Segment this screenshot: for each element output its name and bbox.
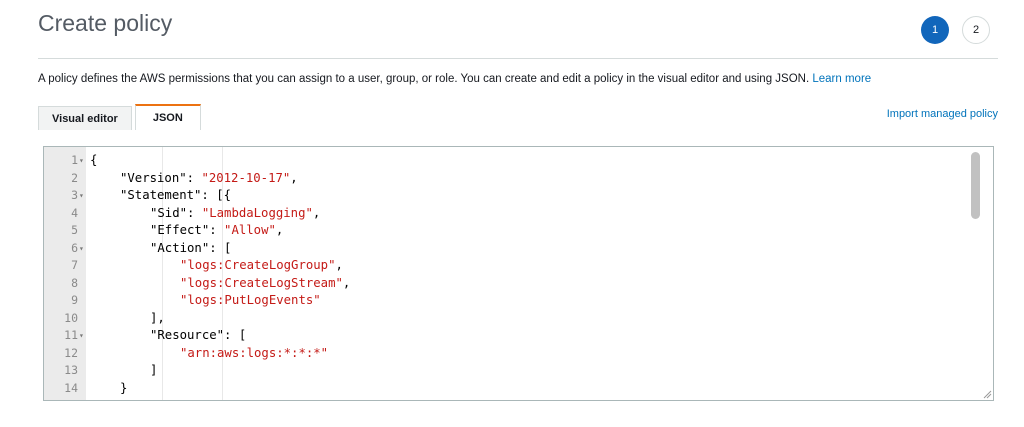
string-token: "Allow" bbox=[224, 223, 276, 237]
code-text: ], bbox=[150, 310, 165, 328]
line-number: 4 bbox=[71, 205, 78, 220]
editor-tabs: Visual editor JSON bbox=[38, 104, 204, 130]
line-number: 9 bbox=[71, 293, 78, 307]
line-number: 11 bbox=[64, 328, 78, 342]
code-text: "arn:aws:logs:*:*:*" bbox=[180, 345, 328, 363]
code-lines: 1 ▾{2 "Version": "2012-10-17", 3 ▾ "Statement… bbox=[44, 152, 993, 397]
policy-description: A policy defines the AWS permissions tha… bbox=[38, 73, 871, 85]
punctuation-token: "Action": [ bbox=[150, 240, 232, 255]
learn-more-link[interactable]: Learn more bbox=[812, 73, 871, 85]
code-line: 13] bbox=[44, 362, 993, 380]
code-line: 1 ▾ { bbox=[44, 152, 993, 170]
string-token: "logs:CreateLogGroup" bbox=[180, 258, 336, 272]
string-token: "arn:aws:logs:*:*:*" bbox=[180, 345, 329, 360]
code-text: "logs:PutLogEvents" bbox=[180, 292, 321, 310]
line-number: 8 bbox=[71, 275, 78, 290]
string-token: "logs:PutLogEvents" bbox=[180, 293, 321, 307]
code-text: "Resource": [ bbox=[150, 327, 246, 345]
code-line: 8 "logs:CreateLogStream", bbox=[44, 275, 993, 293]
header-divider bbox=[38, 58, 998, 59]
line-number: 2 bbox=[71, 170, 78, 185]
fold-toggle-icon[interactable]: ▾ bbox=[79, 152, 84, 170]
code-text: "logs:CreateLogGroup", bbox=[180, 257, 343, 275]
code-line: 11 ▾ "Resource": [ bbox=[44, 327, 993, 345]
resize-grip-icon[interactable] bbox=[983, 390, 992, 399]
line-number: 3 bbox=[71, 188, 78, 202]
punctuation-token: , bbox=[312, 205, 321, 220]
fold-toggle-icon[interactable]: ▾ bbox=[79, 327, 84, 345]
page-title: Create policy bbox=[38, 10, 173, 36]
string-token: "LambdaLogging" bbox=[201, 205, 313, 220]
punctuation-token: , bbox=[275, 223, 284, 237]
tab-json[interactable]: JSON bbox=[134, 104, 201, 130]
code-line: 14} bbox=[44, 380, 993, 398]
code-text: "Sid": "LambdaLogging", bbox=[150, 205, 320, 223]
punctuation-token: ], bbox=[150, 310, 165, 325]
editor-scrollbar-thumb[interactable] bbox=[971, 152, 980, 219]
punctuation-token: , bbox=[290, 170, 298, 185]
punctuation-token: "Statement": [{ bbox=[120, 188, 232, 202]
punctuation-token: "Resource": [ bbox=[150, 328, 247, 342]
line-number: 7 bbox=[71, 258, 78, 272]
step-1-indicator: 1 bbox=[921, 16, 949, 44]
code-line: 9 "logs:PutLogEvents" bbox=[44, 292, 993, 310]
code-line: 2 "Version": "2012-10-17", bbox=[44, 170, 993, 188]
code-line: 12 "arn:aws:logs:*:*:*" bbox=[44, 345, 993, 363]
line-number: 6 bbox=[71, 240, 78, 255]
code-text: ] bbox=[150, 362, 157, 380]
code-line: 3 ▾ "Statement": [{ bbox=[44, 187, 993, 205]
step-2-indicator: 2 bbox=[962, 16, 990, 44]
description-text: A policy defines the AWS permissions tha… bbox=[38, 73, 813, 85]
code-text: "Version": "2012-10-17", bbox=[120, 170, 298, 188]
code-line: 10], bbox=[44, 310, 993, 328]
code-text: "logs:CreateLogStream", bbox=[180, 275, 350, 293]
line-number: 14 bbox=[64, 380, 78, 395]
code-text: { bbox=[90, 152, 97, 170]
punctuation-token: ] bbox=[150, 363, 158, 377]
code-line: 5 "Effect": "Allow", bbox=[44, 222, 993, 240]
fold-toggle-icon[interactable]: ▾ bbox=[79, 240, 84, 258]
code-text: "Statement": [{ bbox=[120, 187, 231, 205]
punctuation-token: "Effect": bbox=[150, 223, 225, 237]
line-number: 5 bbox=[71, 223, 78, 237]
code-text: "Action": [ bbox=[150, 240, 231, 258]
punctuation-token: "Sid": bbox=[150, 205, 202, 220]
string-token: "logs:CreateLogStream" bbox=[180, 275, 343, 290]
punctuation-token: "Version": bbox=[120, 170, 202, 185]
tab-visual-editor[interactable]: Visual editor bbox=[38, 106, 132, 130]
code-line: 4 "Sid": "LambdaLogging", bbox=[44, 205, 993, 223]
fold-toggle-icon[interactable]: ▾ bbox=[79, 187, 84, 205]
punctuation-token: { bbox=[90, 153, 98, 167]
punctuation-token: } bbox=[120, 380, 128, 395]
import-managed-policy-link[interactable]: Import managed policy bbox=[887, 108, 998, 120]
code-line: 7 "logs:CreateLogGroup", bbox=[44, 257, 993, 275]
punctuation-token: , bbox=[342, 275, 351, 290]
json-code-editor[interactable]: 1 ▾{2 "Version": "2012-10-17", 3 ▾ "Statement… bbox=[43, 146, 994, 401]
code-line: 6 ▾ "Action": [ bbox=[44, 240, 993, 258]
line-number: 10 bbox=[64, 310, 78, 325]
line-number: 1 bbox=[71, 153, 78, 167]
line-number: 12 bbox=[64, 345, 78, 360]
code-text: "Effect": "Allow", bbox=[150, 222, 283, 240]
line-number: 13 bbox=[64, 363, 78, 377]
code-text: } bbox=[120, 380, 127, 398]
string-token: "2012-10-17" bbox=[201, 170, 291, 185]
punctuation-token: , bbox=[335, 258, 343, 272]
